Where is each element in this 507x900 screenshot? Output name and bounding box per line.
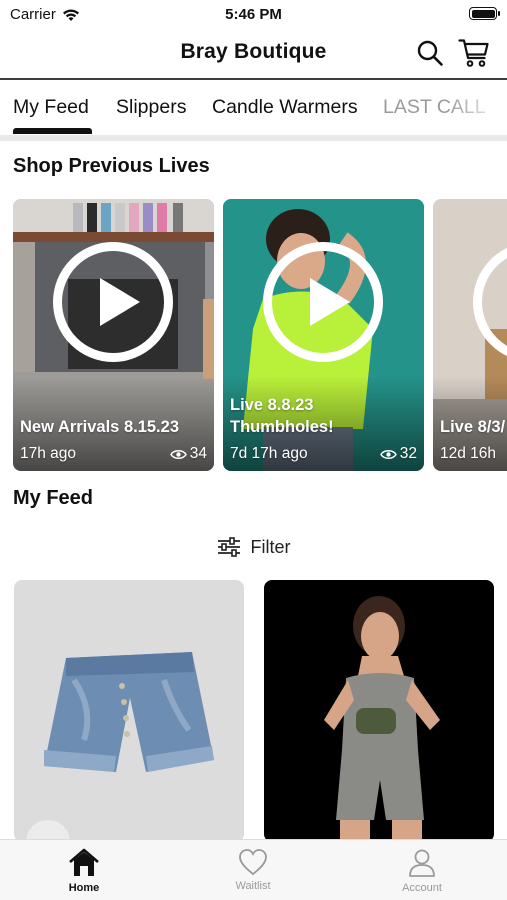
tabs-divider <box>0 135 507 141</box>
view-count-value: 32 <box>399 445 417 462</box>
view-count: 34 <box>169 445 207 463</box>
filter-label: Filter <box>250 536 291 557</box>
product-image <box>14 580 244 842</box>
live-title: Live 8.8.23 Thumbholes! <box>230 396 334 436</box>
category-tabs: My Feed Slippers Candle Warmers LAST CAL… <box>0 80 507 136</box>
nav-home[interactable]: Home <box>34 848 134 894</box>
nav-waitlist-label: Waitlist <box>235 880 271 892</box>
status-bar: Carrier 5:46 PM <box>0 0 507 28</box>
battery-icon <box>469 7 500 20</box>
previous-lives-title: Shop Previous Lives <box>13 155 210 177</box>
search-button[interactable] <box>413 36 447 70</box>
nav-account[interactable]: Account <box>372 848 472 894</box>
nav-account-label: Account <box>402 882 442 894</box>
live-title: New Arrivals 8.15.23 <box>20 418 179 436</box>
nav-home-label: Home <box>68 882 100 894</box>
tab-candle-warmers[interactable]: Candle Warmers <box>212 96 358 119</box>
home-icon <box>69 848 99 876</box>
view-count-value: 34 <box>189 445 207 462</box>
live-time: 17h ago <box>20 445 77 462</box>
nav-waitlist[interactable]: Waitlist <box>203 848 303 892</box>
live-card[interactable]: Live 8/3/ 12d 16h <box>433 199 507 471</box>
live-title: Live 8/3/ <box>440 418 506 436</box>
cart-icon <box>458 39 489 67</box>
live-time: 7d 17h ago <box>230 445 308 462</box>
product-image <box>264 580 494 842</box>
cart-button[interactable] <box>457 36 491 70</box>
view-count: 32 <box>379 445 417 463</box>
search-icon <box>417 40 443 66</box>
bottom-tab-bar: Home Waitlist Account <box>0 839 507 900</box>
filter-button[interactable]: Filter <box>0 532 507 562</box>
active-tab-indicator <box>13 128 92 134</box>
tab-my-feed[interactable]: My Feed <box>13 96 89 119</box>
app-header: Bray Boutique <box>0 28 507 78</box>
heart-icon <box>239 849 267 876</box>
play-icon <box>263 242 383 362</box>
person-icon <box>409 849 435 877</box>
tab-slippers[interactable]: Slippers <box>116 96 186 119</box>
play-icon <box>53 242 173 362</box>
status-time: 5:46 PM <box>225 6 282 23</box>
live-time: 12d 16h <box>440 445 497 462</box>
live-card[interactable]: New Arrivals 8.15.23 17h ago 34 <box>13 199 214 471</box>
live-card[interactable]: Live 8.8.23 Thumbholes! 7d 17h ago 32 <box>223 199 424 471</box>
filter-icon <box>217 537 240 557</box>
eye-icon <box>379 449 397 459</box>
product-tile[interactable] <box>14 580 244 842</box>
eye-icon <box>169 449 187 459</box>
product-tile[interactable] <box>264 580 494 842</box>
feed-title: My Feed <box>13 487 94 509</box>
